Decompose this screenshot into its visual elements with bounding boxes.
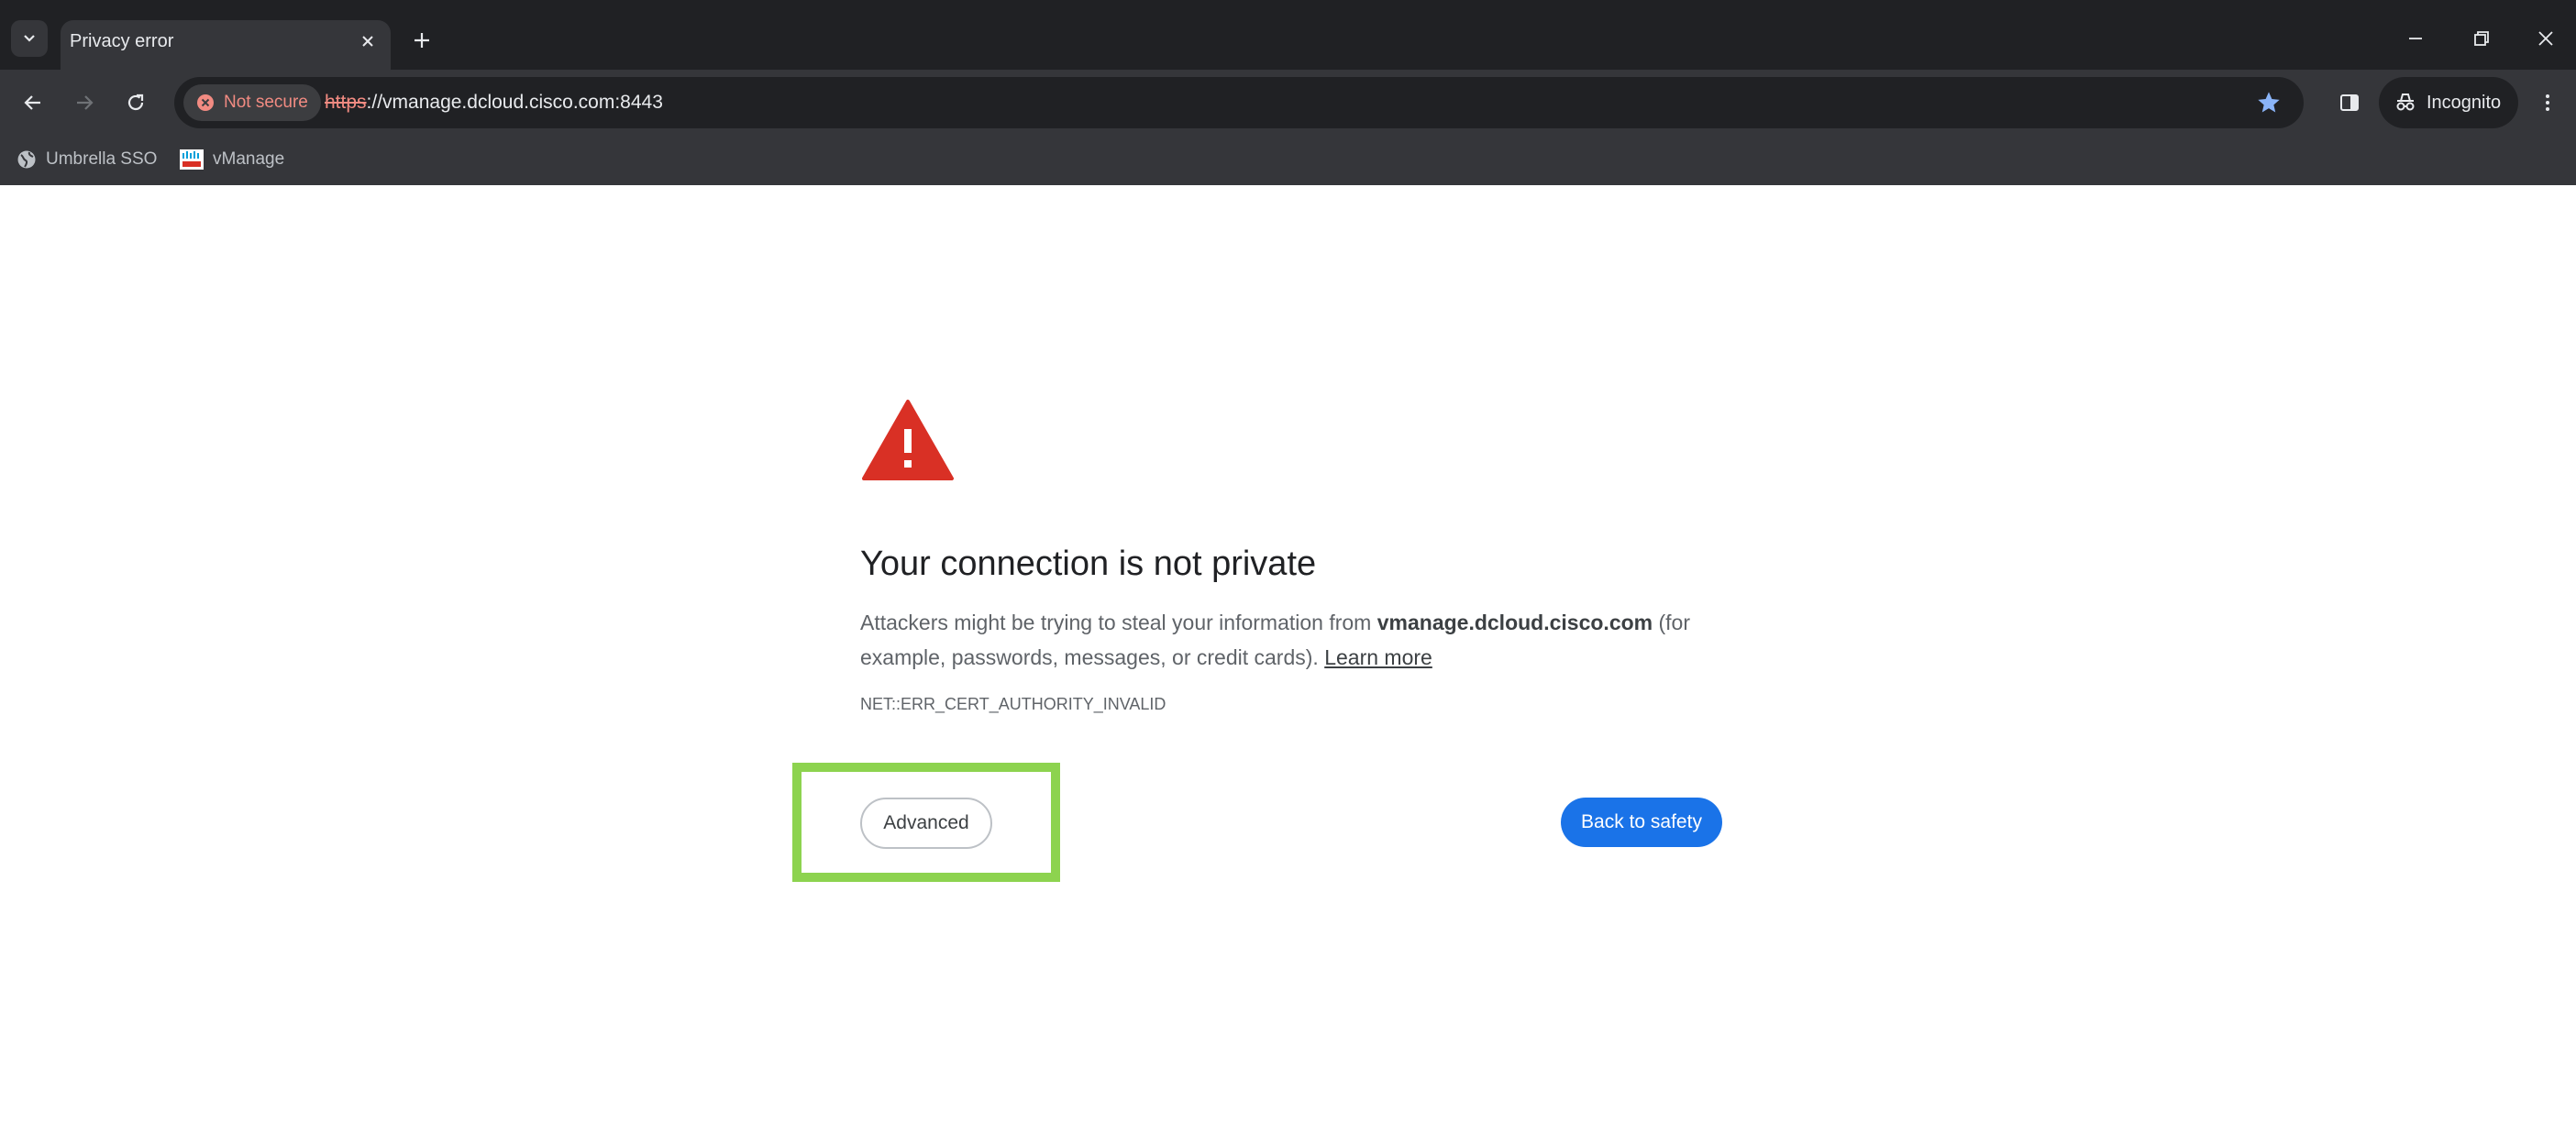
browser-menu-button[interactable] xyxy=(2527,83,2568,123)
side-panel-icon xyxy=(2340,94,2359,111)
tab-strip: Privacy error xyxy=(0,0,2576,70)
browser-chrome: Privacy error Not secure https://vmanage… xyxy=(0,0,2576,185)
tab-search-button[interactable] xyxy=(11,20,48,57)
address-bar[interactable]: Not secure https://vmanage.dcloud.cisco.… xyxy=(174,77,2304,128)
tab-close-button[interactable] xyxy=(356,29,380,53)
restore-button[interactable] xyxy=(2454,17,2509,61)
privacy-error-page: Your connection is not private Attackers… xyxy=(0,185,2576,1134)
error-description: Attackers might be trying to steal your … xyxy=(860,605,1722,675)
tab-privacy-error[interactable]: Privacy error xyxy=(61,20,391,70)
minimize-button[interactable] xyxy=(2388,17,2443,61)
minimize-icon xyxy=(2409,38,2422,39)
warning-circle-icon xyxy=(197,94,214,111)
close-icon xyxy=(2538,31,2553,46)
advanced-button[interactable]: Advanced xyxy=(860,798,992,849)
arrow-right-icon xyxy=(77,95,94,110)
bookmark-star-button[interactable] xyxy=(2254,88,2283,117)
url-host: ://vmanage.dcloud.cisco.com:8443 xyxy=(366,92,663,113)
warning-triangle-icon xyxy=(862,400,954,480)
security-chip-label: Not secure xyxy=(224,93,308,112)
chevron-down-icon xyxy=(24,35,35,42)
window-close-button[interactable] xyxy=(2518,17,2573,61)
url-text[interactable]: https://vmanage.dcloud.cisco.com:8443 xyxy=(325,77,663,128)
bookmark-label: vManage xyxy=(213,149,285,169)
page-title: Your connection is not private xyxy=(860,545,1317,583)
incognito-label: Incognito xyxy=(2427,92,2502,113)
reload-icon xyxy=(127,94,144,111)
arrow-left-icon xyxy=(24,95,40,110)
back-button[interactable] xyxy=(13,83,53,123)
globe-icon xyxy=(17,150,36,169)
more-vertical-icon xyxy=(2546,94,2549,111)
close-icon xyxy=(362,36,373,47)
side-panel-button[interactable] xyxy=(2329,83,2370,123)
url-scheme: https xyxy=(325,92,367,113)
learn-more-link[interactable]: Learn more xyxy=(1324,645,1432,669)
plus-icon xyxy=(415,33,429,48)
reload-button[interactable] xyxy=(116,83,156,123)
cisco-logo-icon xyxy=(180,149,204,170)
security-chip[interactable]: Not secure xyxy=(183,84,321,121)
toolbar: Not secure https://vmanage.dcloud.cisco.… xyxy=(0,70,2576,134)
bookmarks-bar: Umbrella SSO vManage xyxy=(0,134,2576,185)
description-prefix: Attackers might be trying to steal your … xyxy=(860,611,1377,634)
bookmark-vmanage[interactable]: vManage xyxy=(180,143,284,176)
incognito-profile-button[interactable]: Incognito xyxy=(2379,77,2518,128)
bookmark-umbrella-sso[interactable]: Umbrella SSO xyxy=(17,143,157,176)
site-domain: vmanage.dcloud.cisco.com xyxy=(1376,611,1653,634)
bookmark-label: Umbrella SSO xyxy=(46,149,158,169)
forward-button[interactable] xyxy=(64,83,105,123)
incognito-icon xyxy=(2396,94,2415,111)
new-tab-button[interactable] xyxy=(404,22,440,59)
tab-title: Privacy error xyxy=(70,31,174,51)
error-code: NET::ERR_CERT_AUTHORITY_INVALID xyxy=(860,695,1166,713)
back-to-safety-button[interactable]: Back to safety xyxy=(1561,798,1722,847)
star-icon xyxy=(2258,92,2280,113)
restore-icon xyxy=(2474,31,2489,46)
